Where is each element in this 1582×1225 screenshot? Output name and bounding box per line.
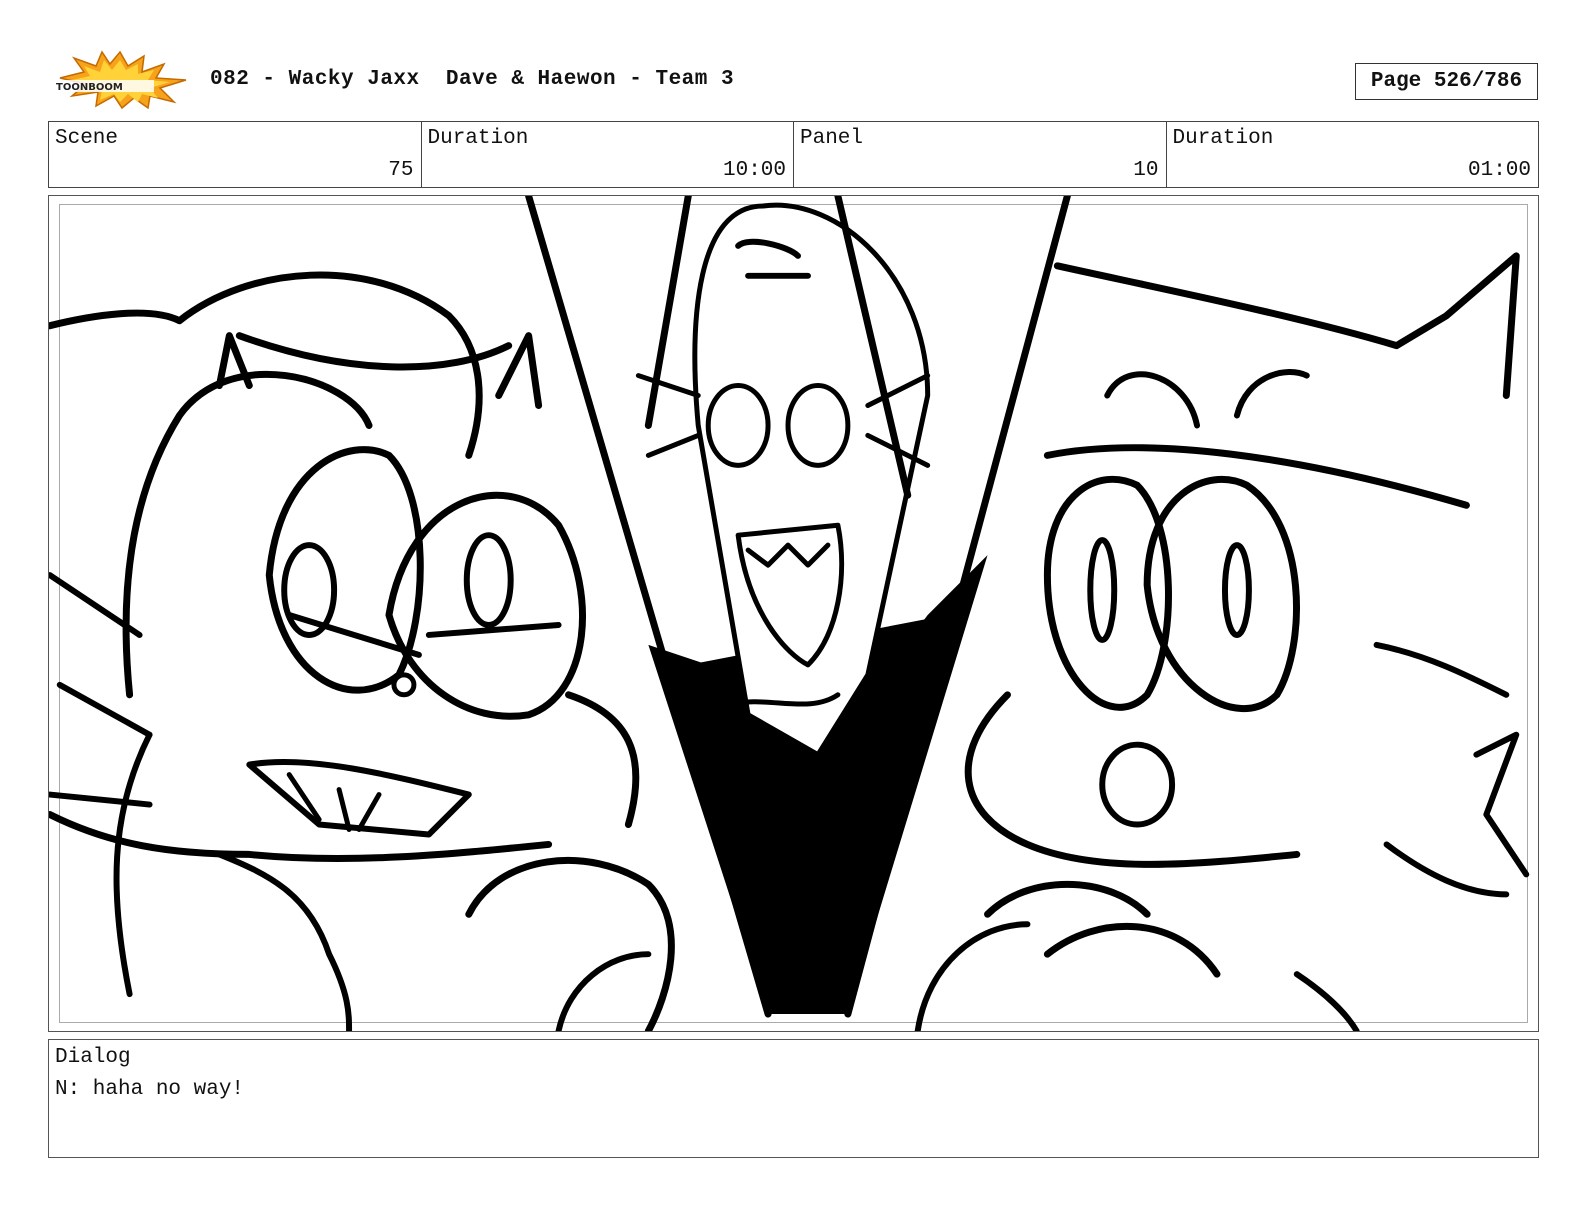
scene-duration-cell: Duration 10:00 bbox=[422, 122, 794, 187]
center-character-sketch bbox=[525, 196, 1071, 1018]
panel-duration-label: Duration bbox=[1172, 127, 1274, 150]
storyboard-panel bbox=[48, 195, 1539, 1032]
panel-duration-value: 01:00 bbox=[1467, 159, 1531, 182]
logo-text: TOONBOOM bbox=[56, 82, 123, 93]
toonboom-logo: TOONBOOM bbox=[54, 50, 187, 110]
dialog-label: Dialog bbox=[55, 1046, 131, 1069]
scene-duration-label: Duration bbox=[427, 127, 529, 150]
left-character-sketch bbox=[49, 271, 675, 1031]
right-character-sketch bbox=[914, 252, 1530, 1031]
info-row: Scene 75 Duration 10:00 Panel 10 Duratio… bbox=[48, 121, 1539, 188]
scene-label: Scene bbox=[55, 127, 119, 150]
panel-value: 10 bbox=[1133, 159, 1159, 182]
panel-duration-cell: Duration 01:00 bbox=[1167, 122, 1539, 187]
scene-cell: Scene 75 bbox=[49, 122, 422, 187]
panel-sketch bbox=[49, 196, 1530, 1031]
header-title: 082 - Wacky Jaxx Dave & Haewon - Team 3 bbox=[210, 68, 735, 91]
panel-label: Panel bbox=[800, 127, 864, 150]
scene-duration-value: 10:00 bbox=[722, 159, 786, 182]
dialog-box: Dialog N: haha no way! bbox=[48, 1039, 1539, 1158]
page-indicator: Page 526/786 bbox=[1355, 63, 1538, 100]
panel-cell: Panel 10 bbox=[794, 122, 1167, 187]
dialog-text: N: haha no way! bbox=[55, 1078, 245, 1101]
scene-value: 75 bbox=[388, 159, 414, 182]
